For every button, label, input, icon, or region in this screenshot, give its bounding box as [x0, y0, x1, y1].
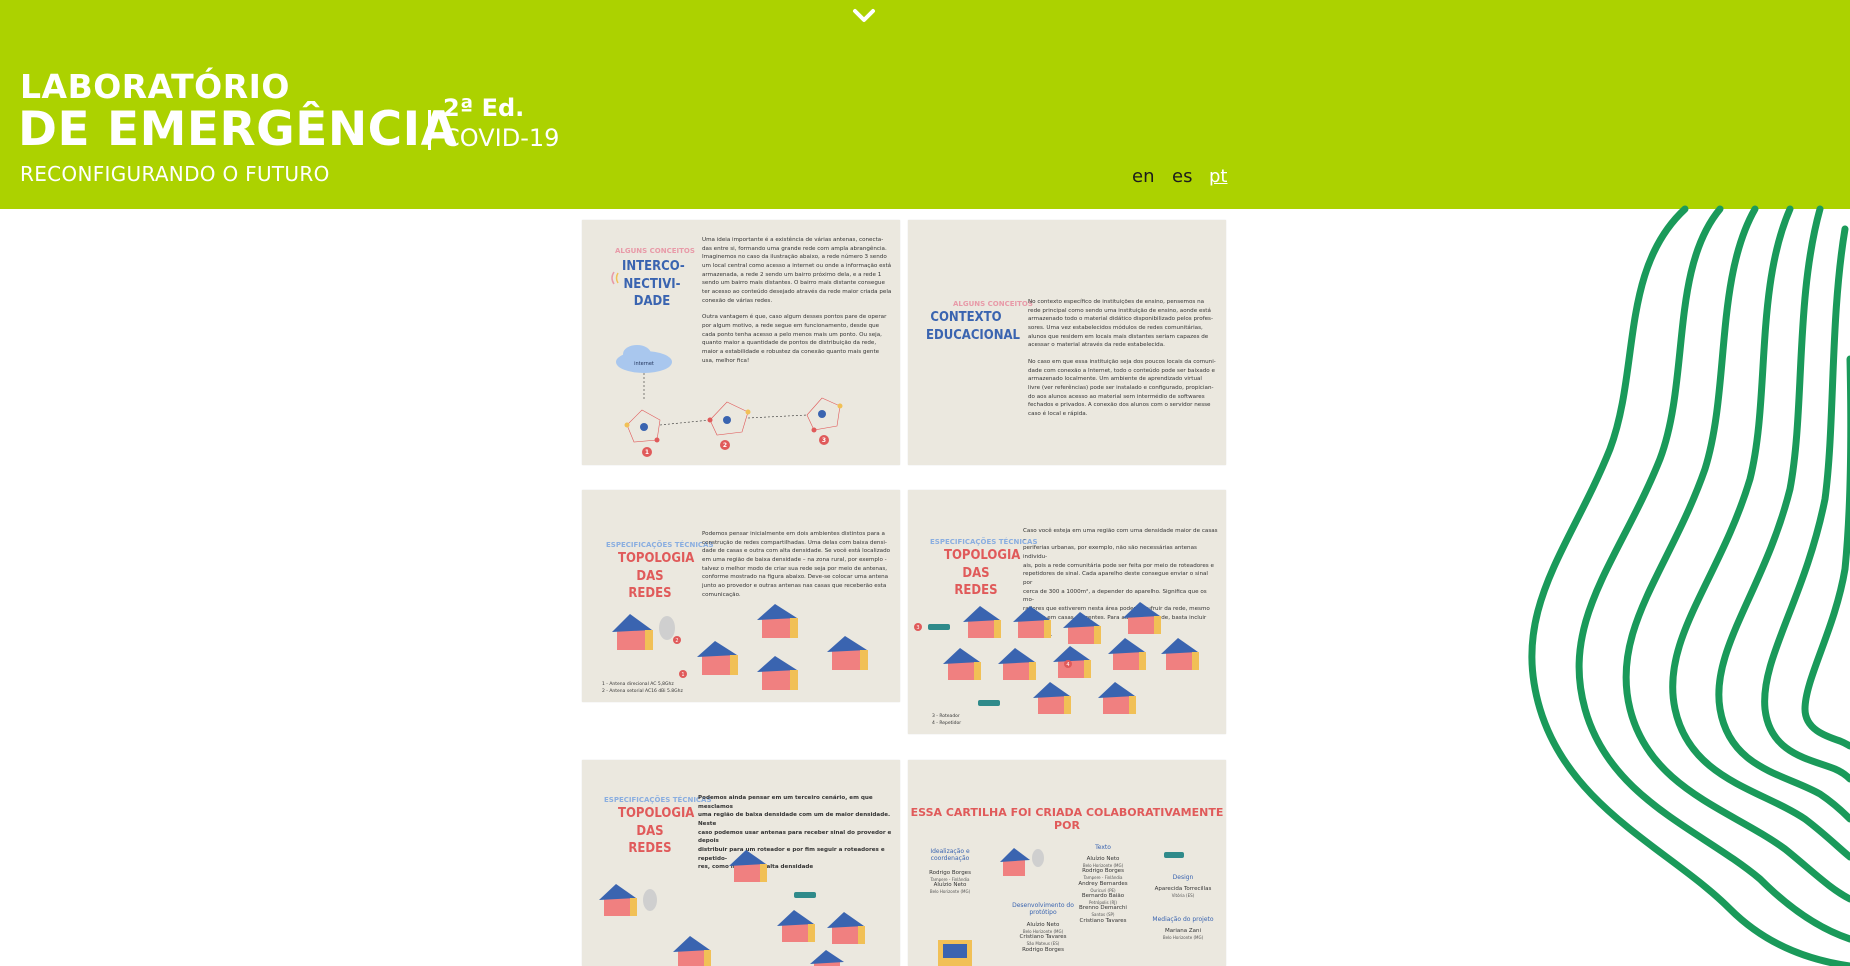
tagline: RECONFIGURANDO O FUTURO: [20, 162, 330, 186]
slide-legend: 1 - Antena direcional AC 5,8Ghz 2 - Anten…: [602, 682, 683, 694]
edition-label: 2ª Ed.: [443, 94, 525, 122]
logo-divider: [428, 110, 431, 150]
antenna-number-2: 2: [675, 638, 678, 644]
slide-title: TOPOLOGIA DAS REDES: [618, 551, 695, 602]
slide-topologia-alta-densidade[interactable]: ESPECIFICAÇÕES TÉCNICAS TOPOLOGIA DAS RED…: [908, 490, 1226, 734]
site-header: LABORATÓRIO DE EMERGÊNCIA 2ª Ed. COVID-1…: [0, 0, 1850, 209]
houses-illustration: [599, 850, 865, 966]
slide-title: TOPOLOGIA DAS REDES: [944, 548, 1021, 599]
slide-body: No contexto específico de instituições d…: [1028, 299, 1216, 417]
houses-illustration: 3 4: [914, 602, 1199, 714]
slide-legend: 3 - Roteador 4 - Repetidor: [932, 714, 962, 726]
cloud-label: internet: [634, 361, 654, 367]
antenna-number-1: 1: [681, 672, 684, 678]
decorative-wave-lines: [1528, 205, 1850, 966]
slide-creditos[interactable]: ESSA CARTILHA FOI CRIADA COLABORATIVAMEN…: [908, 760, 1226, 966]
network-illustration: internet 1 2 3: [616, 345, 843, 457]
network-number-1: 1: [645, 449, 649, 456]
credits-illustration: [938, 848, 1184, 966]
slide-topologia-mista[interactable]: ESPECIFICAÇÕES TÉCNICAS TOPOLOGIA DAS RED…: [582, 760, 900, 966]
slide-interconectividade[interactable]: ALGUNS CONCEITOS INTERCO- NECTIVI- DADE Um…: [582, 220, 900, 465]
chevron-down-icon[interactable]: [852, 6, 876, 26]
slide-title: CONTEXTO EDUCACIONAL: [926, 310, 1020, 343]
slide-kicker: ALGUNS CONCEITOS: [953, 300, 1033, 308]
network-number-2: 2: [723, 442, 727, 449]
slide-contexto-educacional[interactable]: ALGUNS CONCEITOS CONTEXTO EDUCACIONAL No …: [908, 220, 1226, 465]
slide-kicker: ESPECIFICAÇÕES TÉCNICAS: [604, 796, 712, 804]
slide-body: Podemos pensar inicialmente em dois ambi…: [702, 531, 891, 598]
slide-topologia-baixa-densidade[interactable]: ESPECIFICAÇÕES TÉCNICAS TOPOLOGIA DAS RED…: [582, 490, 900, 702]
logo-title-line1[interactable]: LABORATÓRIO: [20, 70, 290, 103]
houses-illustration: 1 2: [612, 604, 868, 690]
logo-title-line2[interactable]: DE EMERGÊNCIA: [18, 106, 458, 153]
device-number-3: 3: [916, 625, 919, 631]
lang-en-link[interactable]: en: [1132, 168, 1154, 186]
network-number-3: 3: [822, 437, 826, 444]
lang-es-link[interactable]: es: [1172, 168, 1192, 186]
slide-kicker: ESPECIFICAÇÕES TÉCNICAS: [606, 541, 714, 549]
device-number-4: 4: [1066, 662, 1069, 668]
credits-title: ESSA CARTILHA FOI CRIADA COLABORATIVAMEN…: [910, 806, 1224, 832]
lang-pt-link[interactable]: pt: [1209, 168, 1227, 186]
slide-kicker: ALGUNS CONCEITOS: [615, 247, 695, 255]
slide-kicker: ESPECIFICAÇÕES TÉCNICAS: [930, 538, 1038, 546]
edition-subject: COVID-19: [443, 124, 560, 152]
